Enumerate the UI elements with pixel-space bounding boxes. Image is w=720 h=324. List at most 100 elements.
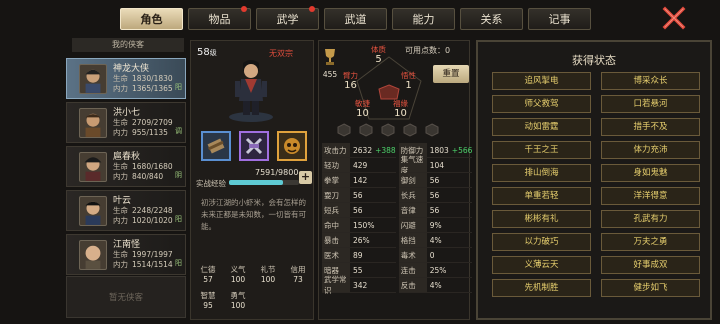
status-item[interactable]: 单重若轻 (492, 187, 591, 205)
status-item[interactable]: 好事成双 (601, 256, 700, 274)
tab-martial-way[interactable]: 武道 (324, 8, 387, 30)
hero-card[interactable]: 神龙大侠 生命 1830/1830 内力 1365/1365 阳 (66, 58, 186, 99)
stats-table: 攻击力 2632 +388 防御力 1803 +566 轻功 429 集气速度 104 拳掌… (322, 143, 473, 295)
trait-wisdom: 智慧 95 (193, 291, 223, 311)
status-item[interactable]: 动如雷霆 (492, 118, 591, 136)
status-item[interactable]: 万夫之勇 (601, 233, 700, 251)
status-item[interactable]: 措手不及 (601, 118, 700, 136)
slot-icon[interactable] (337, 123, 351, 137)
stat-label: 长兵 (398, 188, 427, 202)
status-item[interactable]: 先机制胜 (492, 279, 591, 297)
status-item[interactable]: 健步如飞 (601, 279, 700, 297)
status-item[interactable]: 排山倒海 (492, 164, 591, 182)
tab-martial-arts[interactable]: 武学 (256, 6, 319, 30)
stat-row: 短兵 56 (322, 203, 396, 218)
status-item[interactable]: 师父救驾 (492, 95, 591, 113)
stat-value: 9% (429, 220, 442, 230)
trait-label: 礼节 (260, 265, 276, 274)
attr-strength: 臂力 16 (343, 71, 358, 91)
stat-label: 反击 (398, 278, 427, 292)
acquired-status-panel: 获得状态 追风掣电 博采众长 师父救驾 口若悬河 动如雷霆 措手不及 千王之王 … (476, 40, 712, 320)
close-icon[interactable] (662, 6, 686, 30)
alignment-tag: 阳 (175, 83, 182, 91)
stat-value: 56 (429, 190, 440, 200)
tab-items[interactable]: 物品 (188, 6, 251, 30)
mp-value: 1020/1020 (132, 215, 173, 225)
stat-value: 0 (429, 250, 435, 260)
tab-ability[interactable]: 能力 (392, 8, 455, 30)
stat-label: 短兵 (322, 203, 350, 217)
stat-value: 26% (353, 235, 370, 245)
status-item[interactable]: 博采众长 (601, 72, 700, 90)
skill-slot[interactable] (239, 131, 269, 161)
skill-slot[interactable] (277, 131, 307, 161)
exp-bar (229, 180, 299, 185)
hero-card[interactable]: 江南怪 生命 1997/1997 内力 1514/1514 阳 (66, 234, 186, 275)
potential-indicator: 455 (321, 47, 339, 79)
stat-value: 56 (429, 205, 440, 215)
hero-name: 江南怪 (113, 239, 141, 250)
slot-icon[interactable] (403, 123, 417, 137)
attr-value: 1 (405, 80, 412, 91)
mp-label: 内力 (113, 171, 128, 181)
empty-hero-slot[interactable]: 暂无侠客 (66, 276, 186, 318)
attr-value: 16 (344, 80, 357, 91)
stat-value: 55 (353, 265, 363, 275)
slot-icon[interactable] (381, 123, 395, 137)
stat-label: 连击 (398, 263, 427, 277)
trait-value: 57 (203, 275, 213, 284)
stat-value: 2632 (353, 145, 373, 155)
stat-label: 集气速度 (398, 155, 427, 175)
mp-value: 1365/1365 (132, 83, 173, 93)
character-sect: 无双宗 (269, 49, 293, 58)
stat-row: 反击 4% (398, 278, 473, 293)
slot-icon[interactable] (359, 123, 373, 137)
add-exp-button[interactable]: + (299, 171, 312, 184)
hero-card[interactable]: 扈春秋 生命 1680/1680 内力 840/840 阴 (66, 146, 186, 187)
status-item[interactable]: 口若悬河 (601, 95, 700, 113)
stat-label: 闪避 (398, 218, 427, 232)
hero-card[interactable]: 洪小七 生命 2709/2709 内力 955/1135 调 (66, 102, 186, 143)
hero-card[interactable]: 叶云 生命 2248/2248 内力 1020/1020 阳 (66, 190, 186, 231)
status-item[interactable]: 彬彬有礼 (492, 210, 591, 228)
status-item[interactable]: 体力充沛 (601, 141, 700, 159)
hero-name: 神龙大侠 (113, 63, 150, 74)
exp-value: 7591/9800 (255, 168, 299, 177)
status-item[interactable]: 洋洋得意 (601, 187, 700, 205)
hp-value: 2709/2709 (132, 117, 173, 127)
attr-constitution: 体质 5 (371, 45, 386, 65)
stat-label: 格挡 (398, 233, 427, 247)
stat-bonus: +566 (451, 145, 473, 155)
slot-icon[interactable] (425, 123, 439, 137)
trait-value: 100 (230, 301, 246, 310)
attr-fortune: 福缘 10 (393, 99, 408, 119)
status-item[interactable]: 义薄云天 (492, 256, 591, 274)
hp-value: 1680/1680 (132, 161, 173, 171)
status-item[interactable]: 孔武有力 (601, 210, 700, 228)
status-item[interactable]: 身如鬼魅 (601, 164, 700, 182)
stat-row: 医术 89 (322, 248, 396, 263)
scroll-icon (207, 138, 225, 154)
skill-slot[interactable] (201, 131, 231, 161)
tab-label: 物品 (208, 13, 231, 26)
hero-portrait (79, 107, 107, 138)
trait-credit: 信用 73 (283, 265, 313, 285)
stat-row: 轻功 429 (322, 158, 396, 173)
hero-portrait (79, 195, 107, 226)
hp-value: 1830/1830 (132, 73, 173, 83)
status-item[interactable]: 千王之王 (492, 141, 591, 159)
tab-journal[interactable]: 记事 (528, 8, 591, 30)
tab-relations[interactable]: 关系 (460, 8, 523, 30)
hero-name: 洪小七 (113, 107, 141, 118)
stat-label: 耍刀 (322, 188, 350, 202)
hp-label: 生命 (113, 117, 128, 127)
status-item[interactable]: 以力破巧 (492, 233, 591, 251)
reset-button[interactable]: 重置 (433, 65, 469, 83)
hp-value: 2248/2248 (132, 205, 173, 215)
stat-value: 89 (353, 250, 363, 260)
exp-bar-fill (229, 180, 284, 185)
tab-label: 角色 (140, 13, 163, 26)
stat-value: 142 (353, 175, 368, 185)
tab-character[interactable]: 角色 (120, 8, 183, 30)
status-item[interactable]: 追风掣电 (492, 72, 591, 90)
